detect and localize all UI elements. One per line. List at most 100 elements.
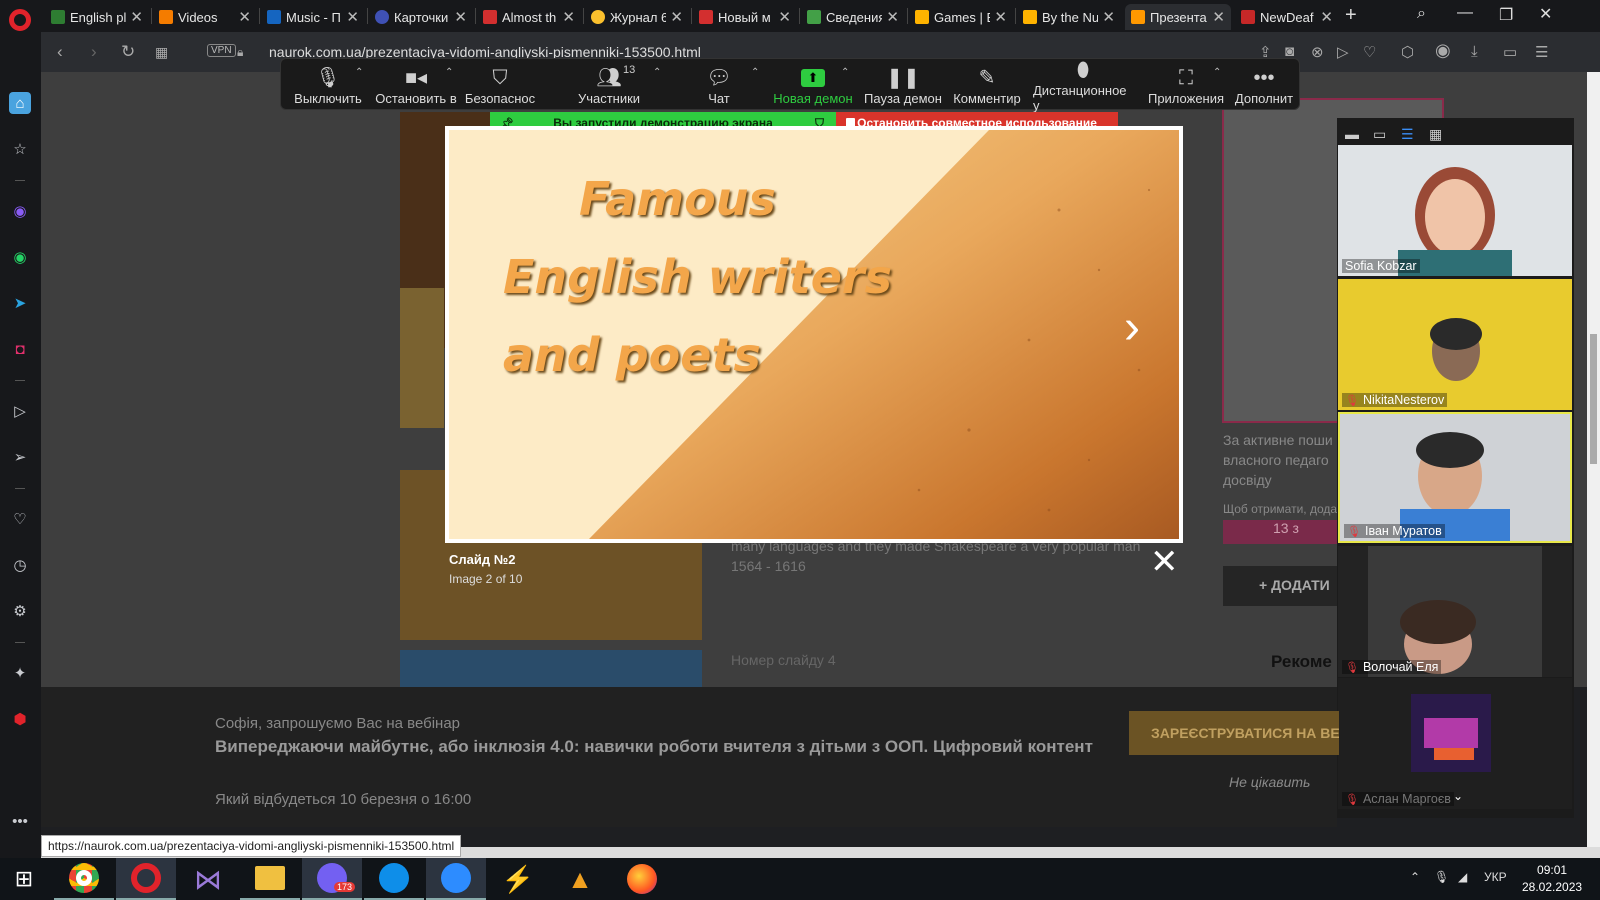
- minimize-icon[interactable]: —: [1457, 4, 1473, 22]
- heart-icon[interactable]: ♡: [9, 508, 31, 530]
- block-ads-icon[interactable]: ⬢: [9, 708, 31, 730]
- browser-tab[interactable]: NewDeaf ✕: [1235, 4, 1339, 30]
- chevron-up-icon[interactable]: ⌃: [841, 67, 849, 78]
- close-tab-icon[interactable]: ✕: [994, 8, 1007, 26]
- forward-arrow-icon[interactable]: ›: [91, 42, 97, 62]
- minimize-panel-icon[interactable]: ▬: [1345, 126, 1359, 142]
- zoom-taskbar-app[interactable]: [426, 858, 486, 900]
- visual-studio-taskbar-app[interactable]: ⋈: [178, 858, 238, 900]
- search-tabs-icon[interactable]: ⌕: [1417, 5, 1426, 23]
- opera-logo-icon[interactable]: [9, 9, 31, 31]
- stop-video-button[interactable]: ■◂ Остановить в ⌃: [373, 59, 459, 111]
- browser-tab[interactable]: Сведения ✕: [801, 4, 905, 30]
- extensions-cube-icon[interactable]: ⬡: [1401, 43, 1414, 61]
- add-button[interactable]: + ДОДАТИ: [1223, 566, 1343, 606]
- history-icon[interactable]: ◷: [9, 554, 31, 576]
- browser-tab[interactable]: English pl ✕: [45, 4, 149, 30]
- file-explorer-taskbar-app[interactable]: [240, 858, 300, 900]
- show-hidden-icons-icon[interactable]: ⌃: [1410, 870, 1420, 884]
- clock[interactable]: 09:01 28.02.2023: [1522, 862, 1582, 896]
- more-dots-icon[interactable]: •••: [9, 810, 31, 832]
- security-button[interactable]: ⛉ Безопаснос: [465, 59, 535, 111]
- chrome-taskbar-app[interactable]: [54, 858, 114, 900]
- new-share-button[interactable]: ⬆ Новая демон ⌃: [773, 59, 853, 111]
- settings-gear-icon[interactable]: ⚙: [9, 600, 31, 622]
- close-tab-icon[interactable]: ✕: [1212, 8, 1225, 26]
- chat-button[interactable]: 💬︎ Чат ⌃: [691, 59, 759, 111]
- close-tab-icon[interactable]: ✕: [778, 8, 791, 26]
- teamviewer-taskbar-app[interactable]: [364, 858, 424, 900]
- page-scrollbar[interactable]: [1587, 72, 1600, 847]
- new-tab-plus-icon[interactable]: +: [1345, 4, 1357, 27]
- pause-share-button[interactable]: ❚❚ Пауза демон: [863, 59, 943, 111]
- network-icon[interactable]: ◢: [1458, 870, 1467, 884]
- close-tab-icon[interactable]: ✕: [1320, 8, 1333, 26]
- gallery-view-icon[interactable]: ▦: [1429, 126, 1442, 143]
- gallery-thumbnail[interactable]: [400, 288, 444, 428]
- close-tab-icon[interactable]: ✕: [238, 8, 251, 26]
- close-tab-icon[interactable]: ✕: [562, 8, 575, 26]
- chevron-up-icon[interactable]: ⌃: [445, 67, 453, 78]
- language-indicator[interactable]: УКР: [1484, 870, 1507, 884]
- lightbulb-icon[interactable]: ✦: [9, 662, 31, 684]
- browser-tab[interactable]: Журнал 6 ✕: [585, 4, 689, 30]
- battery-saver-icon[interactable]: ▭: [1503, 43, 1517, 61]
- lock-icon[interactable]: 🔒︎: [237, 45, 243, 60]
- strip-view-icon[interactable]: ☰: [1401, 126, 1414, 143]
- close-tab-icon[interactable]: ✕: [886, 8, 899, 26]
- close-tab-icon[interactable]: ✕: [130, 8, 143, 26]
- browser-tab[interactable]: Games | E ✕: [909, 4, 1013, 30]
- gallery-thumbnail[interactable]: [400, 650, 702, 687]
- next-slide-chevron-icon[interactable]: ›: [1124, 300, 1140, 355]
- participant-video[interactable]: Sofia Kobzar: [1338, 145, 1572, 276]
- chevron-up-icon[interactable]: ⌃: [355, 67, 363, 78]
- back-arrow-icon[interactable]: ‹: [57, 42, 63, 62]
- heart-icon[interactable]: ♡: [1363, 43, 1376, 61]
- telegram-icon[interactable]: ➤: [9, 292, 31, 314]
- browser-tab-active[interactable]: Презента ✕: [1125, 4, 1231, 30]
- adblock-icon[interactable]: ⊗: [1311, 43, 1324, 61]
- scroll-down-chevron-icon[interactable]: ⌄: [1453, 789, 1463, 803]
- chevron-up-icon[interactable]: ⌃: [751, 67, 759, 78]
- mute-button[interactable]: 🎙︎ Выключить ⌃: [289, 59, 367, 111]
- speaker-view-icon[interactable]: ▭: [1373, 126, 1386, 143]
- participant-video-active-speaker[interactable]: 🎙︎ Іван Муратов: [1338, 412, 1572, 543]
- player-icon[interactable]: ▷: [9, 400, 31, 422]
- messenger-icon[interactable]: ◉: [9, 200, 31, 222]
- app-taskbar-item[interactable]: ⚡: [488, 858, 548, 900]
- annotate-button[interactable]: ✎ Комментир: [951, 59, 1023, 111]
- app-taskbar-item[interactable]: ▲: [550, 858, 610, 900]
- restore-window-icon[interactable]: ❐: [1499, 5, 1513, 25]
- participant-video[interactable]: 🎙︎ Аслан Маргоєв ⌄: [1338, 678, 1572, 809]
- easy-setup-menu-icon[interactable]: ☰: [1535, 43, 1548, 61]
- browser-tab[interactable]: Almost th ✕: [477, 4, 581, 30]
- browser-tab[interactable]: By the Nu ✕: [1017, 4, 1121, 30]
- close-tab-icon[interactable]: ✕: [454, 8, 467, 26]
- microphone-tray-icon[interactable]: 🎙︎: [1434, 870, 1449, 884]
- participant-video[interactable]: 🎙︎ NikitaNesterov: [1338, 279, 1572, 410]
- browser-tab[interactable]: Videos ✕: [153, 4, 257, 30]
- close-tab-icon[interactable]: ✕: [670, 8, 683, 26]
- more-button[interactable]: ••• Дополнит: [1233, 59, 1295, 111]
- start-button[interactable]: ⊞: [0, 858, 48, 900]
- close-window-icon[interactable]: ✕: [1539, 4, 1552, 24]
- home-icon[interactable]: ⌂: [9, 92, 31, 114]
- instagram-icon[interactable]: ◘: [9, 338, 31, 360]
- apps-button[interactable]: ⛶ Приложения ⌃: [1147, 59, 1225, 111]
- close-tab-icon[interactable]: ✕: [346, 8, 359, 26]
- close-tab-icon[interactable]: ✕: [1102, 8, 1115, 26]
- firefox-taskbar-app[interactable]: [612, 858, 672, 900]
- chevron-up-icon[interactable]: ⌃: [653, 67, 661, 78]
- profile-avatar-icon[interactable]: ◉: [1435, 40, 1451, 61]
- participant-video[interactable]: 🎙︎ Волочай Еля: [1338, 546, 1572, 677]
- viber-taskbar-app[interactable]: 173: [302, 858, 362, 900]
- chevron-up-icon[interactable]: ⌃: [1213, 67, 1221, 78]
- remote-control-button[interactable]: ⬮ Дистанционное у: [1033, 59, 1133, 113]
- register-button[interactable]: ЗАРЕЄСТРУВАТИСЯ НА ВЕ: [1129, 711, 1339, 755]
- download-icon[interactable]: ⤓: [1471, 43, 1478, 60]
- vpn-badge[interactable]: VPN: [207, 44, 236, 57]
- participants-button[interactable]: 👥︎ Участники ⌃: [571, 59, 661, 111]
- opera-taskbar-app[interactable]: [116, 858, 176, 900]
- star-icon[interactable]: ☆: [9, 138, 31, 160]
- whatsapp-icon[interactable]: ◉: [9, 246, 31, 268]
